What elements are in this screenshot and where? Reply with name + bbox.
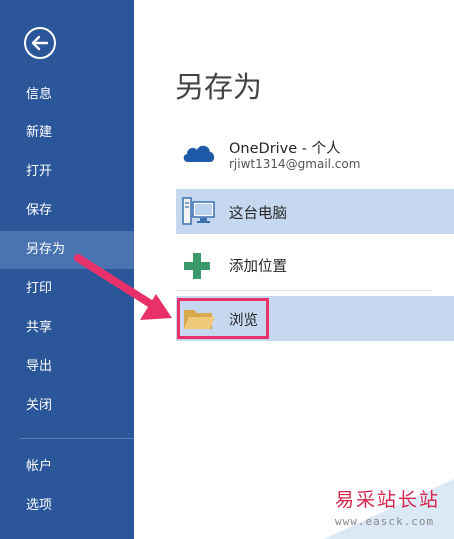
place-add-location[interactable]: 添加位置 (176, 242, 454, 287)
place-onedrive[interactable]: OneDrive - 个人 rjiwt1314@gmail.com (176, 128, 454, 182)
back-arrow-icon[interactable] (23, 26, 57, 60)
add-place-label: 添加位置 (229, 259, 287, 275)
nav-export[interactable]: 导出 (0, 348, 134, 386)
this-pc-label: 这台电脑 (229, 206, 287, 222)
watermark-text: 易采站长站 (335, 489, 441, 511)
nav-new[interactable]: 新建 (0, 114, 134, 152)
nav-options[interactable]: 选项 (0, 487, 134, 525)
nav-open[interactable]: 打开 (0, 153, 134, 191)
nav-info[interactable]: 信息 (0, 76, 134, 114)
nav-close[interactable]: 关闭 (0, 387, 134, 425)
pointer-arrow-annotation (74, 254, 172, 320)
computer-icon (182, 196, 216, 230)
watermark-url: www.easck.com (335, 515, 435, 528)
nav-save[interactable]: 保存 (0, 192, 134, 230)
cloud-icon (182, 140, 216, 168)
nav-account[interactable]: 帐户 (0, 448, 134, 486)
onedrive-label: OneDrive - 个人 (229, 141, 341, 157)
onedrive-account: rjiwt1314@gmail.com (229, 157, 361, 171)
page-title: 另存为 (175, 70, 263, 104)
place-this-pc[interactable]: 这台电脑 (176, 189, 454, 234)
browse-label: 浏览 (229, 313, 258, 329)
folder-icon (182, 306, 216, 336)
options-separator (176, 290, 432, 291)
sidebar-divider (20, 438, 134, 439)
plus-icon (182, 251, 212, 285)
place-browse[interactable]: 浏览 (176, 296, 454, 341)
